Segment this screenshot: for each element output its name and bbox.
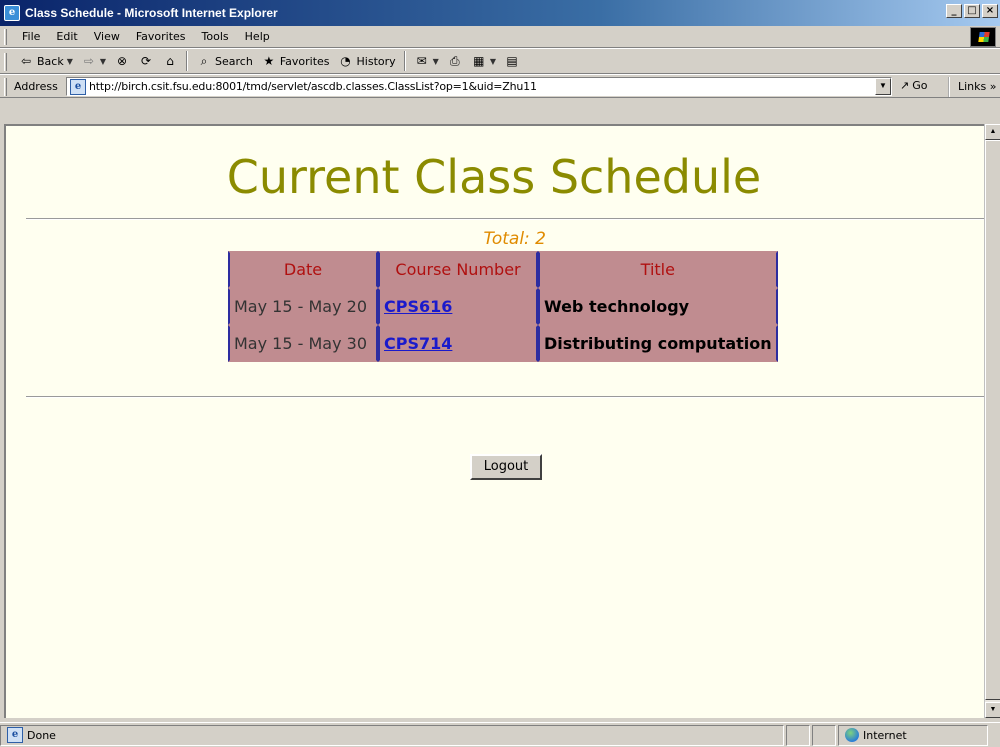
links-label: Links [958, 80, 987, 93]
scroll-thumb[interactable] [985, 140, 1000, 700]
ie-app-icon[interactable]: e [4, 5, 20, 21]
status-panel [786, 724, 810, 746]
search-button[interactable]: ⌕ Search [192, 53, 257, 69]
window-controls: _ □ × [946, 4, 998, 18]
discuss-icon: ▤ [506, 54, 518, 68]
page-icon: e [70, 78, 86, 95]
print-button[interactable]: ⎙ [443, 53, 467, 69]
total-text: Total: 2 [483, 229, 546, 249]
history-icon: ◔ [340, 54, 351, 68]
history-label: History [356, 54, 396, 68]
forward-arrow-icon: ⇨ [83, 54, 94, 68]
table-row: May 15 - May 30 CPS714 Distributing comp… [228, 325, 778, 362]
status-panel [812, 724, 836, 746]
close-button[interactable]: × [982, 4, 998, 18]
maximize-button[interactable]: □ [964, 4, 980, 18]
menu-help[interactable]: Help [237, 30, 278, 43]
stop-icon: ⊗ [117, 54, 128, 68]
security-zone-panel: Internet [838, 724, 988, 746]
refresh-icon: ⟳ [141, 54, 152, 68]
row-date: May 15 - May 30 [228, 325, 378, 362]
column-header-date: Date [228, 251, 378, 288]
print-icon: ⎙ [450, 54, 460, 68]
menu-file[interactable]: File [14, 30, 48, 43]
mail-button[interactable]: ✉ ▼ [410, 53, 443, 69]
row-title: Web technology [538, 288, 778, 325]
home-icon: ⌂ [166, 54, 174, 68]
menu-bar-grip[interactable] [4, 29, 7, 45]
forward-button[interactable]: ⇨ ▼ [77, 53, 110, 69]
divider-bottom [26, 396, 984, 398]
toolbar-grip[interactable] [4, 53, 7, 71]
status-text: Done [27, 728, 56, 742]
course-link[interactable]: CPS616 [384, 297, 452, 316]
table-row: May 15 - May 20 CPS616 Web technology [228, 288, 778, 325]
total-count: Total: 2 [6, 229, 782, 249]
status-bar: e Done Internet [0, 722, 1000, 747]
edit-dropdown-icon[interactable]: ▼ [490, 57, 496, 66]
scroll-up-icon[interactable]: ▲ [985, 124, 1000, 140]
menu-view[interactable]: View [86, 30, 128, 43]
back-button[interactable]: ⇦ Back ▼ [14, 53, 77, 69]
menu-favorites[interactable]: Favorites [128, 30, 194, 43]
window-title: Class Schedule - Microsoft Internet Expl… [25, 6, 278, 20]
toolbar-separator [403, 51, 406, 71]
menu-edit[interactable]: Edit [48, 30, 85, 43]
column-header-title: Title [538, 251, 778, 288]
search-icon: ⌕ [200, 54, 208, 68]
menu-bar: File Edit View Favorites Tools Help [0, 26, 1000, 48]
edit-button[interactable]: ▦ ▼ [467, 53, 500, 69]
address-bar: Address e http://birch.csit.fsu.edu:8001… [0, 74, 1000, 98]
refresh-button[interactable]: ⟳ [134, 53, 158, 69]
standard-toolbar: ⇦ Back ▼ ⇨ ▼ ⊗ ⟳ ⌂ ⌕ Search ★ Favorites … [0, 48, 1000, 74]
address-field[interactable]: e http://birch.csit.fsu.edu:8001/tmd/ser… [66, 77, 892, 96]
discuss-button[interactable]: ▤ [500, 53, 524, 69]
vertical-scrollbar[interactable]: ▲ ▼ [984, 124, 1000, 718]
history-button[interactable]: ◔ History [334, 53, 400, 69]
row-title: Distributing computation [538, 325, 778, 362]
favorites-icon: ★ [263, 54, 275, 68]
class-schedule-table: Date Course Number Title May 15 - May 20… [228, 251, 778, 362]
address-url[interactable]: http://birch.csit.fsu.edu:8001/tmd/servl… [89, 80, 875, 93]
address-label: Address [14, 79, 58, 93]
divider-top [26, 218, 984, 220]
row-date: May 15 - May 20 [228, 288, 378, 325]
search-label: Search [215, 54, 253, 68]
globe-icon [845, 728, 859, 742]
logout-button[interactable]: Logout [470, 454, 542, 480]
back-label: Back [37, 54, 64, 68]
window-title-bar[interactable]: e Class Schedule - Microsoft Internet Ex… [0, 0, 1000, 26]
toolbar-separator [186, 51, 189, 71]
row-course: CPS714 [378, 325, 538, 362]
row-course: CPS616 [378, 288, 538, 325]
menu-tools[interactable]: Tools [194, 30, 237, 43]
table-header-row: Date Course Number Title [228, 251, 778, 288]
back-arrow-icon: ⇦ [20, 54, 32, 68]
mail-dropdown-icon[interactable]: ▼ [433, 57, 439, 66]
address-dropdown-icon[interactable]: ▼ [875, 78, 891, 95]
status-text-panel: e Done [0, 724, 784, 746]
edit-icon: ▦ [473, 54, 485, 68]
go-label: Go [912, 79, 928, 92]
stop-button[interactable]: ⊗ [110, 53, 134, 69]
favorites-label: Favorites [279, 54, 330, 68]
page-title: Current Class Schedule [226, 150, 762, 204]
home-button[interactable]: ⌂ [158, 53, 182, 69]
page-icon: e [7, 727, 23, 743]
zone-text: Internet [863, 728, 907, 742]
column-header-course-number: Course Number [378, 251, 538, 288]
forward-dropdown-icon[interactable]: ▼ [100, 57, 106, 66]
favorites-button[interactable]: ★ Favorites [257, 53, 334, 69]
links-button[interactable]: Links » [948, 77, 997, 97]
go-button[interactable]: ↗ Go [900, 79, 927, 92]
mail-icon: ✉ [416, 54, 427, 68]
windows-logo-icon [970, 27, 996, 47]
back-dropdown-icon[interactable]: ▼ [67, 57, 73, 66]
page-content: Current Class Schedule Total: 2 Date Cou… [4, 124, 984, 718]
course-link[interactable]: CPS714 [384, 334, 452, 353]
address-bar-grip[interactable] [4, 78, 7, 96]
minimize-button[interactable]: _ [946, 4, 962, 18]
go-arrow-icon: ↗ [900, 79, 910, 92]
scroll-down-icon[interactable]: ▼ [985, 702, 1000, 718]
